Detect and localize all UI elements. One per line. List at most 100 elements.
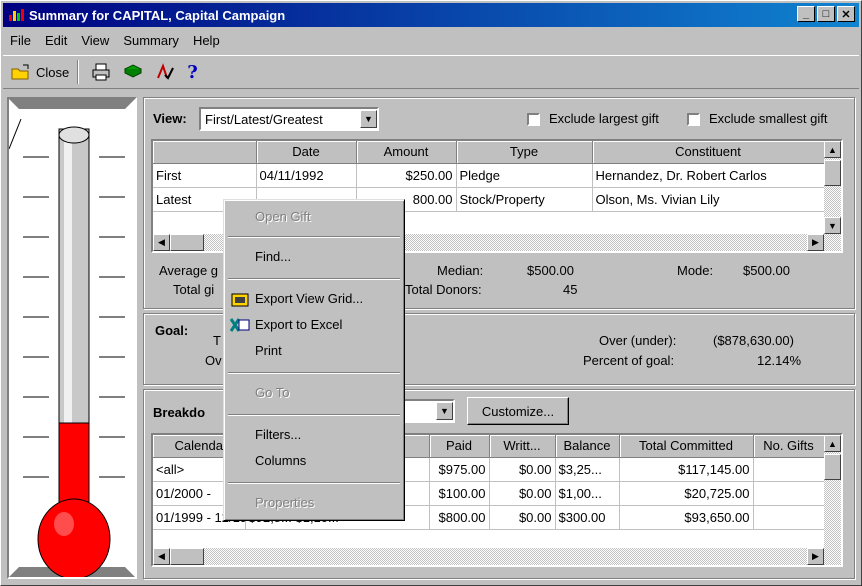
mode-value: $500.00 bbox=[743, 263, 790, 278]
gifts-table-cell: First bbox=[153, 163, 257, 188]
menu-divider bbox=[228, 372, 400, 374]
menu-export-view-grid[interactable]: Export View Grid... bbox=[227, 286, 401, 312]
dropdown-arrow-icon: ▼ bbox=[360, 110, 377, 128]
close-window-button[interactable]: ✕ bbox=[837, 6, 855, 22]
breakdown-table-cell bbox=[753, 505, 825, 530]
folder-close-icon bbox=[11, 64, 29, 80]
gifts-table-row[interactable]: First 04/11/1992 $250.00 Pledge Hernandez, D… bbox=[153, 163, 825, 188]
goal-thermometer bbox=[7, 97, 137, 580]
menu-file[interactable]: File bbox=[3, 31, 38, 51]
menu-edit[interactable]: Edit bbox=[38, 31, 74, 51]
menu-help[interactable]: Help bbox=[186, 31, 227, 51]
menu-summary[interactable]: Summary bbox=[116, 31, 186, 51]
breakdown-label: Breakdo bbox=[153, 405, 206, 420]
scroll-thumb[interactable] bbox=[824, 160, 841, 186]
title-bar[interactable]: Summary for CAPITAL, Capital Campaign _ … bbox=[3, 3, 859, 27]
breakdown-column-header[interactable]: Balance bbox=[555, 435, 620, 458]
gifts-column-header[interactable] bbox=[153, 141, 257, 164]
customize-button[interactable]: Customize... bbox=[467, 397, 569, 425]
summary-window: Summary for CAPITAL, Capital Campaign _ … bbox=[0, 0, 862, 586]
goal-label: Goal: bbox=[155, 323, 189, 338]
menu-columns[interactable]: Columns bbox=[227, 448, 401, 474]
menu-properties[interactable]: Properties bbox=[227, 490, 401, 516]
close-label: Close bbox=[36, 64, 70, 80]
book-icon bbox=[124, 64, 143, 78]
breakdown-table-cell: $20,725.00 bbox=[619, 481, 754, 506]
breakdown-table-cell: $800.00 bbox=[429, 505, 490, 530]
menu-print[interactable]: Print bbox=[227, 338, 401, 364]
breakdown-table-cell bbox=[753, 481, 825, 506]
over-under-value: ($878,630.00) bbox=[713, 333, 794, 348]
breakdown-table-cell bbox=[753, 457, 825, 482]
gifts-column-header[interactable]: Constituent bbox=[592, 141, 825, 164]
scroll-left-icon[interactable]: ◀ bbox=[153, 234, 170, 251]
breakdown-dropdown[interactable]: ▼ bbox=[399, 399, 455, 423]
breakdown-vertical-scrollbar[interactable]: ▲ bbox=[824, 435, 841, 548]
gifts-table-cell: Pledge bbox=[456, 163, 593, 188]
menu-export-excel[interactable]: Export to Excel bbox=[227, 312, 401, 338]
menu-find[interactable]: Find... bbox=[227, 244, 401, 270]
breakdown-table-cell: $975.00 bbox=[429, 457, 490, 482]
help-button[interactable]: ? bbox=[183, 59, 202, 85]
breakdown-table-cell: $0.00 bbox=[489, 481, 556, 506]
printer-icon bbox=[92, 63, 110, 81]
breakdown-table-cell: $100.00 bbox=[429, 481, 490, 506]
view-dropdown[interactable]: First/Latest/Greatest ▼ bbox=[199, 107, 379, 131]
gifts-table-cell: 04/11/1992 bbox=[256, 163, 357, 188]
menu-divider bbox=[228, 236, 400, 238]
mode-label: Mode: bbox=[677, 263, 714, 278]
breakdown-table-cell: $3,25... bbox=[555, 457, 620, 482]
breakdown-column-header[interactable]: No. Gifts bbox=[753, 435, 825, 458]
average-gift-label: Average g bbox=[159, 263, 219, 278]
median-value: $500.00 bbox=[527, 263, 574, 278]
breakdown-table-cell: $0.00 bbox=[489, 505, 556, 530]
minimize-button[interactable]: _ bbox=[797, 6, 815, 22]
bd-hscroll-thumb[interactable] bbox=[170, 548, 204, 565]
maximize-button[interactable]: □ bbox=[817, 6, 835, 22]
breakdown-column-header[interactable]: Writt... bbox=[489, 435, 556, 458]
gifts-table-cell: $250.00 bbox=[356, 163, 457, 188]
scroll-right-icon[interactable]: ▶ bbox=[807, 234, 824, 251]
breakdown-horizontal-scrollbar[interactable]: ◀ ▶ bbox=[153, 548, 841, 565]
close-button[interactable]: Close bbox=[7, 59, 73, 85]
scroll-up-icon[interactable]: ▲ bbox=[824, 141, 841, 158]
gifts-column-header[interactable]: Type bbox=[456, 141, 593, 164]
gifts-column-header[interactable]: Date bbox=[256, 141, 357, 164]
gifts-column-header[interactable]: Amount bbox=[356, 141, 457, 164]
total-gifts-label: Total gi bbox=[173, 282, 215, 297]
bd-scroll-up-icon[interactable]: ▲ bbox=[824, 435, 841, 452]
bd-scroll-right-icon[interactable]: ▶ bbox=[807, 548, 824, 565]
breakdown-column-header[interactable]: Paid bbox=[429, 435, 490, 458]
bd-scroll-left-icon[interactable]: ◀ bbox=[153, 548, 170, 565]
thermometer-bulb bbox=[37, 498, 111, 580]
context-menu: Open Gift Find... Export View Grid... Ex… bbox=[223, 199, 405, 521]
exclude-smallest-checkbox[interactable] bbox=[687, 113, 700, 126]
view-label: View: bbox=[153, 111, 187, 126]
thermometer-graphic bbox=[8, 99, 135, 580]
menu-divider bbox=[228, 414, 400, 416]
spell-check-icon bbox=[157, 63, 175, 80]
exclude-largest-checkbox[interactable] bbox=[527, 113, 540, 126]
excel-icon bbox=[230, 318, 250, 332]
scroll-down-icon[interactable]: ▼ bbox=[824, 217, 841, 234]
hscroll-thumb[interactable] bbox=[170, 234, 204, 251]
toolbar: Close ? bbox=[3, 55, 859, 89]
bd-scroll-thumb[interactable] bbox=[824, 454, 841, 480]
gifts-vertical-scrollbar[interactable]: ▲ ▼ bbox=[824, 141, 841, 234]
breakdown-column-header[interactable]: Total Committed bbox=[619, 435, 754, 458]
view-dropdown-value: First/Latest/Greatest bbox=[205, 112, 323, 127]
exclude-largest-label: Exclude largest gift bbox=[549, 111, 659, 126]
percent-goal-value: 12.14% bbox=[757, 353, 802, 368]
menu-view[interactable]: View bbox=[74, 31, 116, 51]
menu-go-to[interactable]: Go To bbox=[227, 380, 401, 406]
menu-open-gift[interactable]: Open Gift bbox=[227, 204, 401, 230]
help-question-icon: ? bbox=[187, 61, 198, 83]
gifts-table-cell: Olson, Ms. Vivian Lily bbox=[592, 187, 825, 212]
book-button[interactable] bbox=[119, 59, 147, 85]
breakdown-dropdown-arrow-icon: ▼ bbox=[436, 402, 453, 420]
menu-filters[interactable]: Filters... bbox=[227, 422, 401, 448]
print-button[interactable] bbox=[87, 59, 115, 85]
menu-bar: File Edit View Summary Help bbox=[3, 31, 227, 51]
goal-over-label: Ov bbox=[205, 353, 222, 368]
spell-check-button[interactable] bbox=[151, 59, 179, 85]
